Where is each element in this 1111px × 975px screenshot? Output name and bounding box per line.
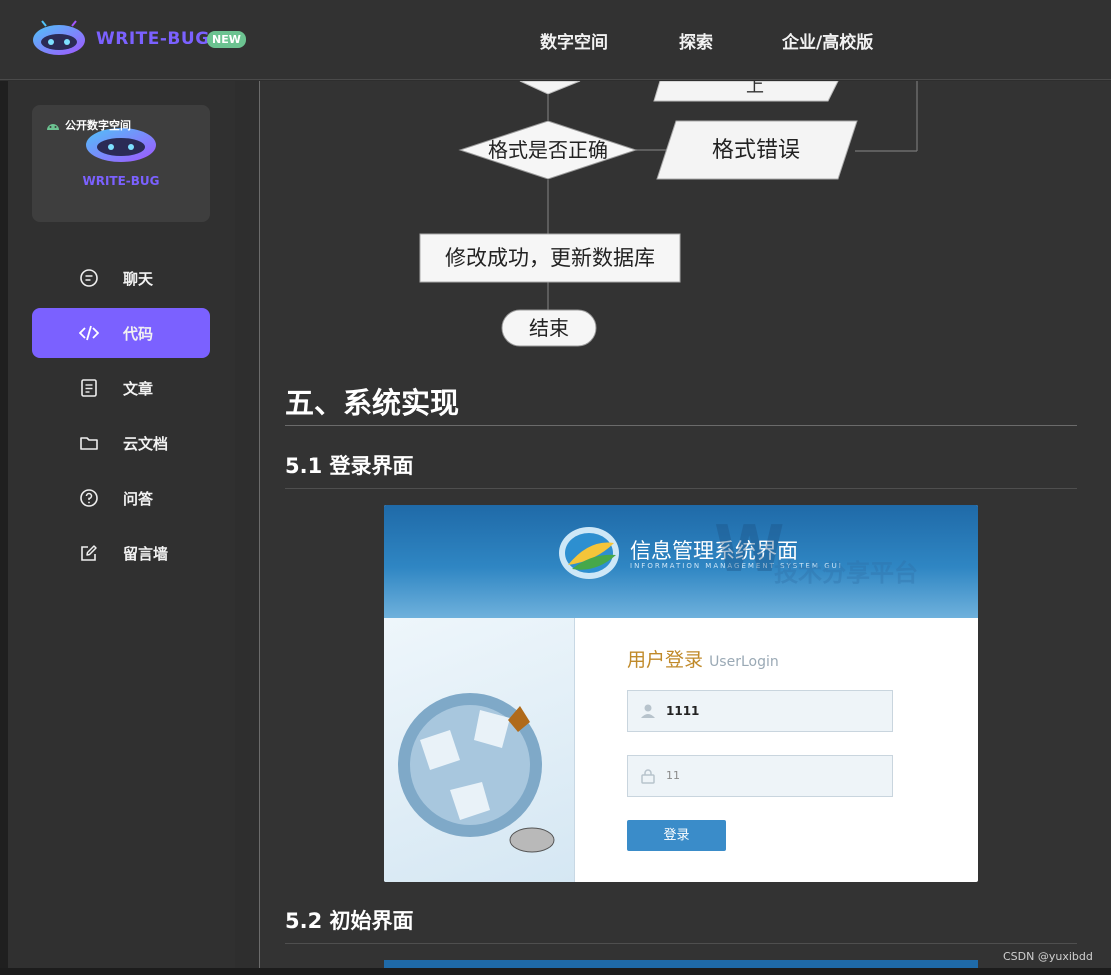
- lock-icon: [641, 769, 655, 784]
- left-edge: [0, 81, 8, 975]
- question-icon: [80, 489, 98, 507]
- nav-digital-space[interactable]: 数字空间: [540, 28, 608, 53]
- password-value: 11: [666, 769, 680, 782]
- space-brand: WRITE-BUG: [82, 174, 160, 188]
- edit-icon: [81, 545, 97, 561]
- user-icon: [641, 704, 655, 718]
- watermark-logo-icon: W 技术分享平台: [714, 513, 918, 587]
- globe-logo-icon: [559, 527, 619, 579]
- username-value: 1111: [666, 704, 700, 718]
- username-field[interactable]: 1111: [627, 690, 893, 732]
- android-icon: [47, 124, 59, 130]
- flow-end-text: 结束: [529, 316, 569, 340]
- sidebar-item-code[interactable]: 代码: [32, 308, 210, 358]
- login-heading-en: UserLogin: [709, 654, 779, 670]
- flow-top-partial: 上: [746, 81, 764, 97]
- csdn-watermark: CSDN @yuxibdd: [1003, 950, 1093, 963]
- login-banner: 信息管理系统界面 INFORMATION MANAGEMENT SYSTEM G…: [384, 505, 978, 618]
- password-field[interactable]: 11: [627, 755, 893, 797]
- nav-explore[interactable]: 探索: [679, 28, 713, 53]
- public-space-label: 公开数字空间: [65, 119, 131, 132]
- login-screenshot: 信息管理系统界面 INFORMATION MANAGEMENT SYSTEM G…: [384, 505, 978, 882]
- top-bar: WRITE-BUG NEW 数字空间 探索 企业/高校版: [0, 0, 1111, 80]
- sidebar-item-message-wall[interactable]: 留言墙: [32, 528, 210, 578]
- subheading-login: 5.1 登录界面: [285, 454, 414, 478]
- login-heading: 用户登录 UserLogin: [627, 645, 779, 672]
- new-badge: NEW: [207, 31, 246, 48]
- flow-error-text: 格式错误: [712, 138, 800, 163]
- subheading-divider: [285, 488, 1077, 489]
- horizontal-scrollbar[interactable]: [0, 968, 1111, 975]
- article-icon: [81, 379, 97, 397]
- section-heading-system-implementation: 五、系统实现: [285, 386, 460, 420]
- puzzle-globe-icon: [398, 693, 555, 853]
- sidebar-item-qa[interactable]: 问答: [32, 473, 210, 523]
- folder-icon: [80, 437, 98, 450]
- flow-decision-text: 格式是否正确: [488, 138, 608, 162]
- login-heading-cn: 用户登录: [627, 649, 704, 671]
- sidebar-item-article[interactable]: 文章: [32, 363, 210, 413]
- chat-icon: [80, 269, 98, 287]
- sidebar-item-cloud-docs[interactable]: 云文档: [32, 418, 210, 468]
- svg-text:技术分享平台: 技术分享平台: [774, 559, 918, 587]
- heading-divider: [285, 425, 1077, 426]
- code-icon: [79, 325, 99, 341]
- login-button[interactable]: 登录: [627, 820, 726, 851]
- subheading-initial-screen: 5.2 初始界面: [285, 909, 414, 933]
- flow-process-text: 修改成功，更新数据库: [445, 246, 655, 270]
- sidebar-item-chat[interactable]: 聊天: [32, 253, 210, 303]
- nav-enterprise[interactable]: 企业/高校版: [782, 28, 873, 53]
- sidebar-item-label: 文章: [123, 380, 154, 398]
- sidebar-item-label: 问答: [123, 490, 154, 508]
- subheading-divider: [285, 943, 1077, 944]
- write-bug-logo-icon[interactable]: [32, 20, 86, 56]
- login-illustration: [384, 618, 575, 882]
- brand-name[interactable]: WRITE-BUG: [96, 29, 210, 49]
- sidebar-item-label: 留言墙: [123, 545, 169, 563]
- flowchart-image: 上 格式是否正确 格式错误 修改成功，更新数据库 结束: [419, 81, 918, 347]
- sidebar-item-label: 代码: [123, 325, 154, 343]
- sidebar-item-label: 云文档: [123, 435, 169, 453]
- sidebar-item-label: 聊天: [123, 270, 154, 288]
